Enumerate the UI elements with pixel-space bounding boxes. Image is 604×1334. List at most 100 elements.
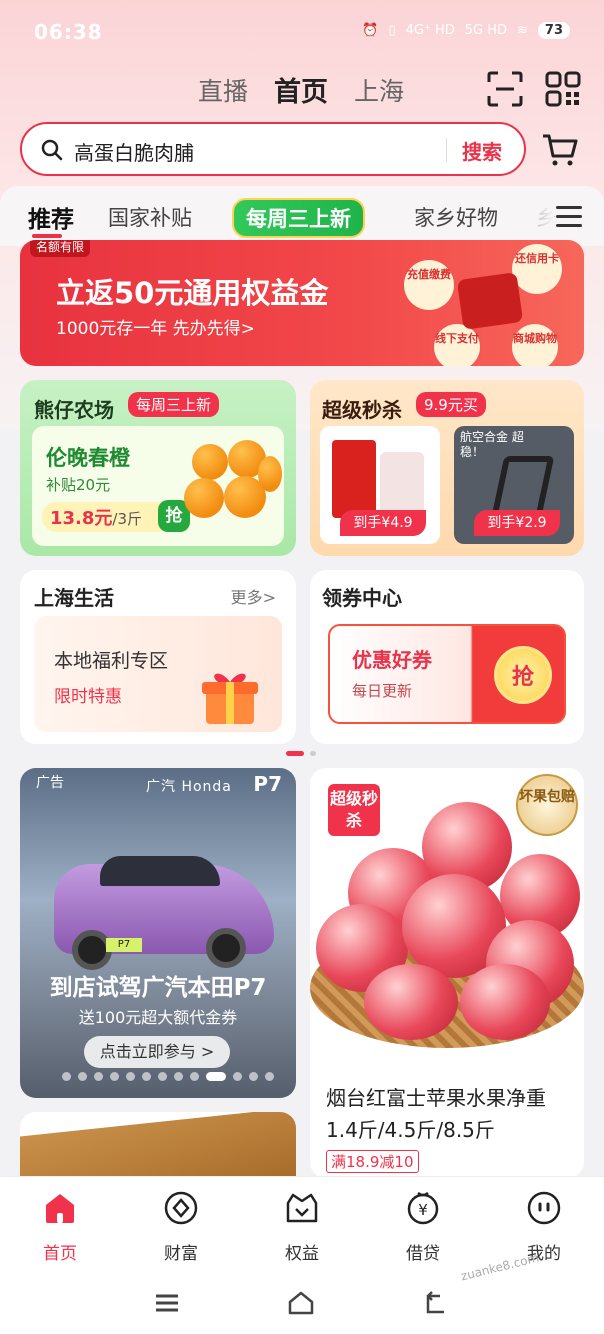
flash-sale-card[interactable]: 超级秒杀 9.9元买 到手¥4.9 航空合金 超稳！ 到手¥2.9: [310, 380, 584, 556]
product-can-image: [332, 440, 376, 518]
qr-code-icon[interactable]: [544, 70, 582, 108]
search-bar[interactable]: 高蛋白脆肉脯 搜索: [20, 122, 526, 176]
profile-icon: [527, 1191, 561, 1225]
nav-profile[interactable]: 我的: [504, 1189, 584, 1264]
flash-item-2[interactable]: 航空合金 超稳！ 到手¥2.9: [454, 426, 574, 544]
category-tab-wednesday-new[interactable]: 每周三上新: [232, 198, 365, 238]
search-icon: [41, 139, 63, 161]
farm-subsidy: 补贴20元: [46, 476, 111, 494]
category-tab-subsidy[interactable]: 国家补贴: [108, 202, 192, 232]
farm-pill: 每周三上新: [128, 392, 220, 417]
car-plate: P7: [106, 938, 142, 952]
vibrate-icon: ▯: [388, 23, 396, 38]
scan-icon[interactable]: [486, 70, 524, 108]
flash-item-2-price: 到手¥2.9: [474, 510, 560, 536]
back-icon[interactable]: [420, 1288, 450, 1318]
car-ad-card[interactable]: 广告 广汽 Honda P7 P7 到店试驾广汽本田P7 送100元超大额代金券…: [20, 768, 296, 1098]
farm-product-name: 伦晚春橙: [46, 446, 130, 470]
car-ad-cta-button[interactable]: 点击立即参与 >: [84, 1036, 230, 1068]
gift-icon: [202, 673, 258, 724]
category-tab-hometown[interactable]: 家乡好物: [414, 202, 498, 232]
coin-offline-pay: 线下支付: [434, 324, 480, 366]
car-brand: 广汽 Honda: [146, 779, 232, 795]
local-benefits-sub: 限时特惠: [54, 687, 122, 707]
battery-level: 73: [537, 22, 570, 39]
coin-credit-card: 还信用卡: [512, 244, 562, 294]
apple-product-name: 烟台红富士苹果水果净重1.4斤/4.5斤/8.5斤: [326, 1086, 546, 1142]
menu-icon[interactable]: [152, 1288, 182, 1318]
apple-promo-tag: 满18.9减10: [326, 1150, 419, 1173]
search-button[interactable]: 搜索: [462, 136, 502, 165]
farm-product[interactable]: 伦晚春橙 补贴20元 13.8元/3斤 抢: [32, 426, 284, 546]
local-life-more-link[interactable]: 更多>: [231, 584, 276, 608]
alarm-icon: ⏰: [362, 23, 379, 38]
active-tab-indicator: [32, 234, 62, 238]
coupon-center-title: 领券中心: [322, 586, 402, 610]
nav-home-label: 首页: [43, 1244, 77, 1264]
signal-1: 4G⁺ HD: [405, 23, 455, 38]
coupon-center-card[interactable]: 领券中心 优惠好券 每日更新 抢: [310, 570, 584, 744]
tab-home[interactable]: 首页: [274, 70, 328, 109]
farm-price: 13.8元/3斤: [42, 502, 172, 532]
home-button-icon[interactable]: [286, 1288, 316, 1318]
system-navigation-bar: [0, 1276, 604, 1334]
tab-city[interactable]: 上海: [354, 72, 404, 108]
search-input[interactable]: 高蛋白脆肉脯: [74, 137, 194, 166]
home-icon: [46, 1194, 74, 1223]
red-envelope-icon: [456, 272, 524, 330]
tab-fade: [520, 186, 554, 246]
local-life-card[interactable]: 上海生活 更多> 本地福利专区 限时特惠: [20, 570, 296, 744]
nav-wealth-label: 财富: [164, 1244, 198, 1264]
wifi-icon: ≋: [517, 23, 528, 38]
farm-title: 熊仔农场: [34, 398, 114, 422]
nav-home[interactable]: 首页: [20, 1189, 100, 1264]
signal-2: 5G HD: [464, 23, 507, 38]
loan-icon: ¥: [407, 1191, 439, 1225]
nav-loan[interactable]: ¥ 借贷: [383, 1189, 463, 1264]
farm-price-unit: /3斤: [112, 510, 143, 528]
category-tabs: 推荐 国家补贴 每周三上新 家乡好物 乡: [0, 186, 604, 246]
search-divider: [446, 138, 447, 162]
promo-banner[interactable]: 名额有限 立返50元通用权益金 1000元存一年 先办先得> 充值缴费 还信用卡…: [20, 240, 584, 366]
coupon-banner[interactable]: 优惠好券 每日更新 抢: [328, 624, 566, 724]
car-model: P7: [253, 772, 282, 796]
nav-loan-label: 借贷: [406, 1244, 440, 1264]
category-menu-icon[interactable]: [556, 206, 582, 228]
tab-live[interactable]: 直播: [198, 72, 248, 108]
nav-benefits[interactable]: 权益: [262, 1189, 342, 1264]
ad-label: 广告: [36, 775, 64, 791]
carousel-indicator: [286, 751, 316, 756]
wealth-icon: [164, 1191, 198, 1225]
flash-sale-title: 超级秒杀: [322, 398, 402, 422]
car-carousel-dots: [62, 1072, 274, 1081]
local-benefits-banner[interactable]: 本地福利专区 限时特惠: [34, 616, 282, 732]
car-ad-title: 到店试驾广汽本田P7: [49, 975, 267, 1001]
apple-product-card[interactable]: 超级秒杀 坏果包赔 烟台红富士苹果水果净重1.4斤/4.5斤/8.5斤 满18.…: [310, 768, 584, 1178]
cart-icon[interactable]: [540, 130, 580, 170]
banner-title: 立返50元通用权益金: [56, 276, 329, 310]
product-bag-image: [380, 452, 424, 516]
farm-card[interactable]: 熊仔农场 每周三上新 伦晚春橙 补贴20元 13.8元/3斤 抢: [20, 380, 296, 556]
coupon-banner-sub: 每日更新: [352, 682, 413, 700]
status-icons: ⏰ ▯ 4G⁺ HD 5G HD ≋ 73: [362, 22, 570, 39]
coupon-grab-button[interactable]: 抢: [494, 646, 552, 704]
coupon-banner-title: 优惠好券: [352, 648, 432, 672]
category-tab-recommend[interactable]: 推荐: [28, 200, 74, 234]
coin-recharge: 充值缴费: [404, 260, 454, 310]
status-bar: 06:38 ⏰ ▯ 4G⁺ HD 5G HD ≋ 73: [0, 0, 604, 66]
local-benefits-title: 本地福利专区: [54, 650, 169, 672]
flash-item-1[interactable]: 到手¥4.9: [320, 426, 440, 544]
nav-benefits-label: 权益: [285, 1244, 319, 1264]
car-ad-subtitle: 送100元超大额代金券: [78, 1008, 238, 1027]
nav-wealth[interactable]: 财富: [141, 1189, 221, 1264]
coin-mall-shopping: 商城购物: [512, 324, 558, 366]
top-header: 直播 首页 上海: [0, 64, 604, 114]
status-time: 06:38: [34, 20, 103, 44]
svg-text:¥: ¥: [418, 1201, 428, 1219]
farm-price-value: 13.8元: [50, 508, 113, 529]
local-life-title: 上海生活: [34, 586, 114, 610]
phone-stand-image: [491, 456, 555, 516]
guarantee-seal: 坏果包赔: [516, 774, 578, 836]
benefits-icon: [286, 1193, 318, 1223]
flash-sale-pill: 9.9元买: [416, 392, 486, 417]
